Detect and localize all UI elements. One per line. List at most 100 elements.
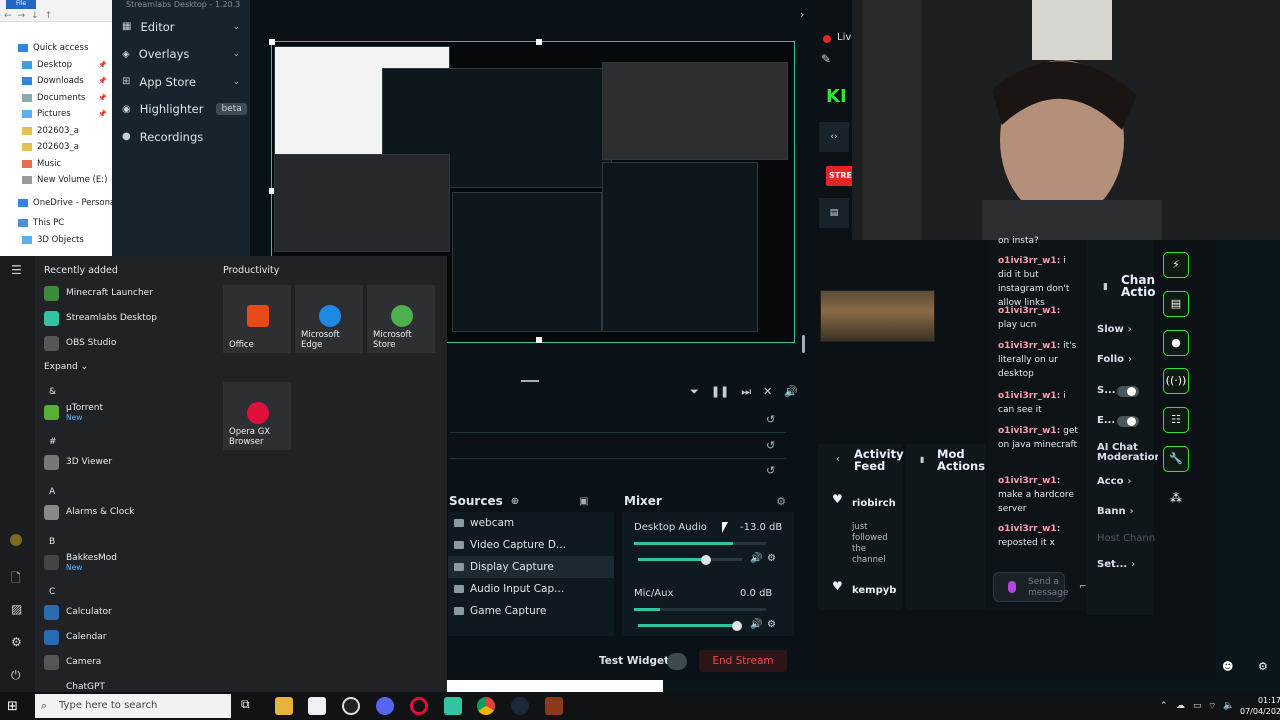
streamlabs-icon[interactable]	[444, 697, 462, 715]
start-tile[interactable]: Opera GX Browser	[223, 382, 291, 450]
mic-icon[interactable]	[1008, 581, 1016, 593]
pause-icon[interactable]: ❚❚	[711, 385, 729, 399]
channel-action-item[interactable]: Bann ›	[1097, 506, 1134, 517]
explorer-nav-item[interactable]: OneDrive - Personal	[0, 195, 118, 212]
chat-username[interactable]: o1ivi3rr_w1:	[998, 341, 1060, 351]
speaker-icon[interactable]: 🔊	[750, 553, 762, 564]
store-icon[interactable]	[308, 697, 326, 715]
source-item[interactable]: Display Capture	[448, 556, 614, 578]
next-icon[interactable]: ⏭	[741, 385, 751, 399]
refresh-icon[interactable]: ↺	[766, 439, 775, 452]
chat-bubble-icon[interactable]: ●	[1163, 330, 1189, 356]
volume-knob[interactable]	[731, 620, 742, 631]
explorer-nav-item[interactable]: Downloads 📌	[0, 73, 112, 90]
refresh-icon[interactable]: ↺	[766, 413, 775, 426]
explorer-nav-item[interactable]: 202603_a	[0, 123, 112, 140]
lightning-icon[interactable]: ⚡	[1163, 252, 1189, 278]
chat-input[interactable]: Send a message	[993, 572, 1068, 602]
folder-icon[interactable]: ▣	[579, 496, 588, 507]
explorer-nav-item[interactable]: This PC	[0, 215, 112, 232]
speaker-icon[interactable]: 🔊	[750, 619, 762, 630]
channel-action-item[interactable]: Set... ›	[1097, 559, 1135, 570]
task-view-icon[interactable]: ⧉	[241, 697, 259, 715]
stream-badge[interactable]: STRE	[826, 166, 854, 186]
gear-icon[interactable]: ⚙	[767, 619, 776, 630]
channel-action-item[interactable]: E...	[1097, 415, 1139, 427]
power-icon[interactable]: ⏻	[11, 668, 21, 683]
start-app-item[interactable]: Alarms & Clock	[44, 501, 134, 523]
speaker-icon[interactable]: 🔈	[1223, 701, 1234, 711]
group-letter[interactable]: B	[49, 537, 55, 547]
chat-username[interactable]: o1ivi3rr_w1:	[998, 426, 1060, 436]
channel-action-item[interactable]: AI Chat Moderation	[1097, 443, 1162, 463]
start-app-item[interactable]: BakkesMod New	[44, 551, 117, 573]
start-app-item[interactable]: Minecraft Launcher	[44, 282, 153, 304]
settings-icon[interactable]: ⚙	[11, 635, 22, 649]
wrench-icon[interactable]: 🔧	[1163, 446, 1189, 472]
add-source-icon[interactable]: ⊕	[511, 496, 519, 507]
toggle-switch[interactable]	[1117, 386, 1139, 397]
expand-button[interactable]: Expand ⌄	[44, 362, 88, 372]
explorer-nav-item[interactable]: 3D Objects	[0, 232, 112, 249]
game-icon[interactable]	[545, 697, 563, 715]
channel-action-item[interactable]: Acco ›	[1097, 476, 1131, 487]
refresh-icon[interactable]: ↺	[766, 464, 775, 477]
volume-icon[interactable]: 🔊	[784, 385, 798, 399]
nav-item-highlighter[interactable]: ◉ Highlighter beta	[112, 96, 250, 124]
steam-icon[interactable]	[511, 697, 529, 715]
nav-item-app-store[interactable]: ⊞ App Store ⌄	[112, 68, 250, 96]
group-letter[interactable]: C	[49, 587, 55, 597]
start-tile[interactable]: Microsoft Edge	[295, 285, 363, 353]
channel-action-item[interactable]: S...	[1097, 385, 1139, 397]
chrome-icon[interactable]	[477, 697, 495, 715]
chat-username[interactable]: o1ivi3rr_w1:	[998, 391, 1060, 401]
nav-item-recordings[interactable]: ● Recordings	[112, 123, 250, 151]
file-explorer-icon[interactable]	[275, 697, 293, 715]
explorer-nav-item[interactable]: Documents 📌	[0, 90, 112, 107]
channel-action-item[interactable]: Slow ›	[1097, 324, 1132, 335]
explorer-nav-item[interactable]: Pictures 📌	[0, 106, 112, 123]
channel-action-item[interactable]: Host Chann	[1097, 533, 1155, 544]
group-letter[interactable]: A	[49, 487, 55, 497]
start-app-item[interactable]: Streamlabs Desktop	[44, 307, 157, 329]
start-app-item[interactable]: Camera	[44, 651, 101, 673]
collapse-icon[interactable]: ‹	[836, 454, 840, 465]
group-letter[interactable]: &	[49, 387, 56, 397]
sidebar-tab-code[interactable]: ‹›	[819, 122, 849, 152]
volume-slider[interactable]	[638, 620, 742, 631]
gear-icon[interactable]: ⚙	[776, 495, 786, 508]
start-app-item[interactable]: Calendar	[44, 626, 106, 648]
clock[interactable]: 01:17 07/04/202	[1240, 695, 1280, 717]
wifi-icon[interactable]: ⌔	[1208, 701, 1216, 712]
network-icon[interactable]: ▭	[1193, 701, 1202, 711]
explorer-nav-item[interactable]: New Volume (E:)	[0, 172, 112, 189]
chat-username[interactable]: o1ivi3rr_w1:	[998, 306, 1060, 316]
nav-item-editor[interactable]: ▦ Editor ⌄	[112, 13, 250, 41]
sidebar-tab-layout[interactable]: ▤	[819, 198, 849, 228]
hamburger-icon[interactable]: ☰	[11, 263, 22, 277]
test-widgets-toggle[interactable]	[667, 653, 687, 670]
discord-icon[interactable]	[376, 697, 394, 715]
collapse-chevron-icon[interactable]: ›	[800, 8, 804, 21]
windows-start-icon[interactable]: ⊞	[7, 699, 18, 714]
explorer-nav-item[interactable]: Music	[0, 156, 112, 173]
start-app-item[interactable]: Calculator	[44, 601, 112, 623]
explorer-nav-item[interactable]: Quick access	[0, 40, 112, 57]
tray-chevron-icon[interactable]: ⌃	[1160, 701, 1168, 711]
scrollbar[interactable]	[802, 335, 805, 353]
document-icon[interactable]: 🗋	[11, 569, 21, 590]
chat-username[interactable]: o1ivi3rr_w1:	[998, 256, 1060, 266]
edit-icon[interactable]: ✎	[821, 52, 831, 66]
cloud-icon[interactable]: ☁	[1176, 701, 1185, 711]
start-tile[interactable]: Office	[223, 285, 291, 353]
users-icon[interactable]: ⁂	[1170, 491, 1182, 505]
toggle-switch[interactable]	[1117, 416, 1139, 427]
opera-gx-icon[interactable]	[410, 697, 428, 715]
chatgpt-icon[interactable]	[342, 697, 360, 715]
channel-action-item[interactable]: Follo ›	[1097, 354, 1132, 365]
document-icon[interactable]: ▤	[1163, 291, 1189, 317]
explorer-nav-item[interactable]: Desktop 📌	[0, 57, 112, 74]
mute-icon[interactable]: ✕	[763, 385, 772, 399]
chat-username[interactable]: o1ivi3rr_w1:	[998, 476, 1060, 486]
follower-name[interactable]: kempyb	[852, 585, 896, 596]
